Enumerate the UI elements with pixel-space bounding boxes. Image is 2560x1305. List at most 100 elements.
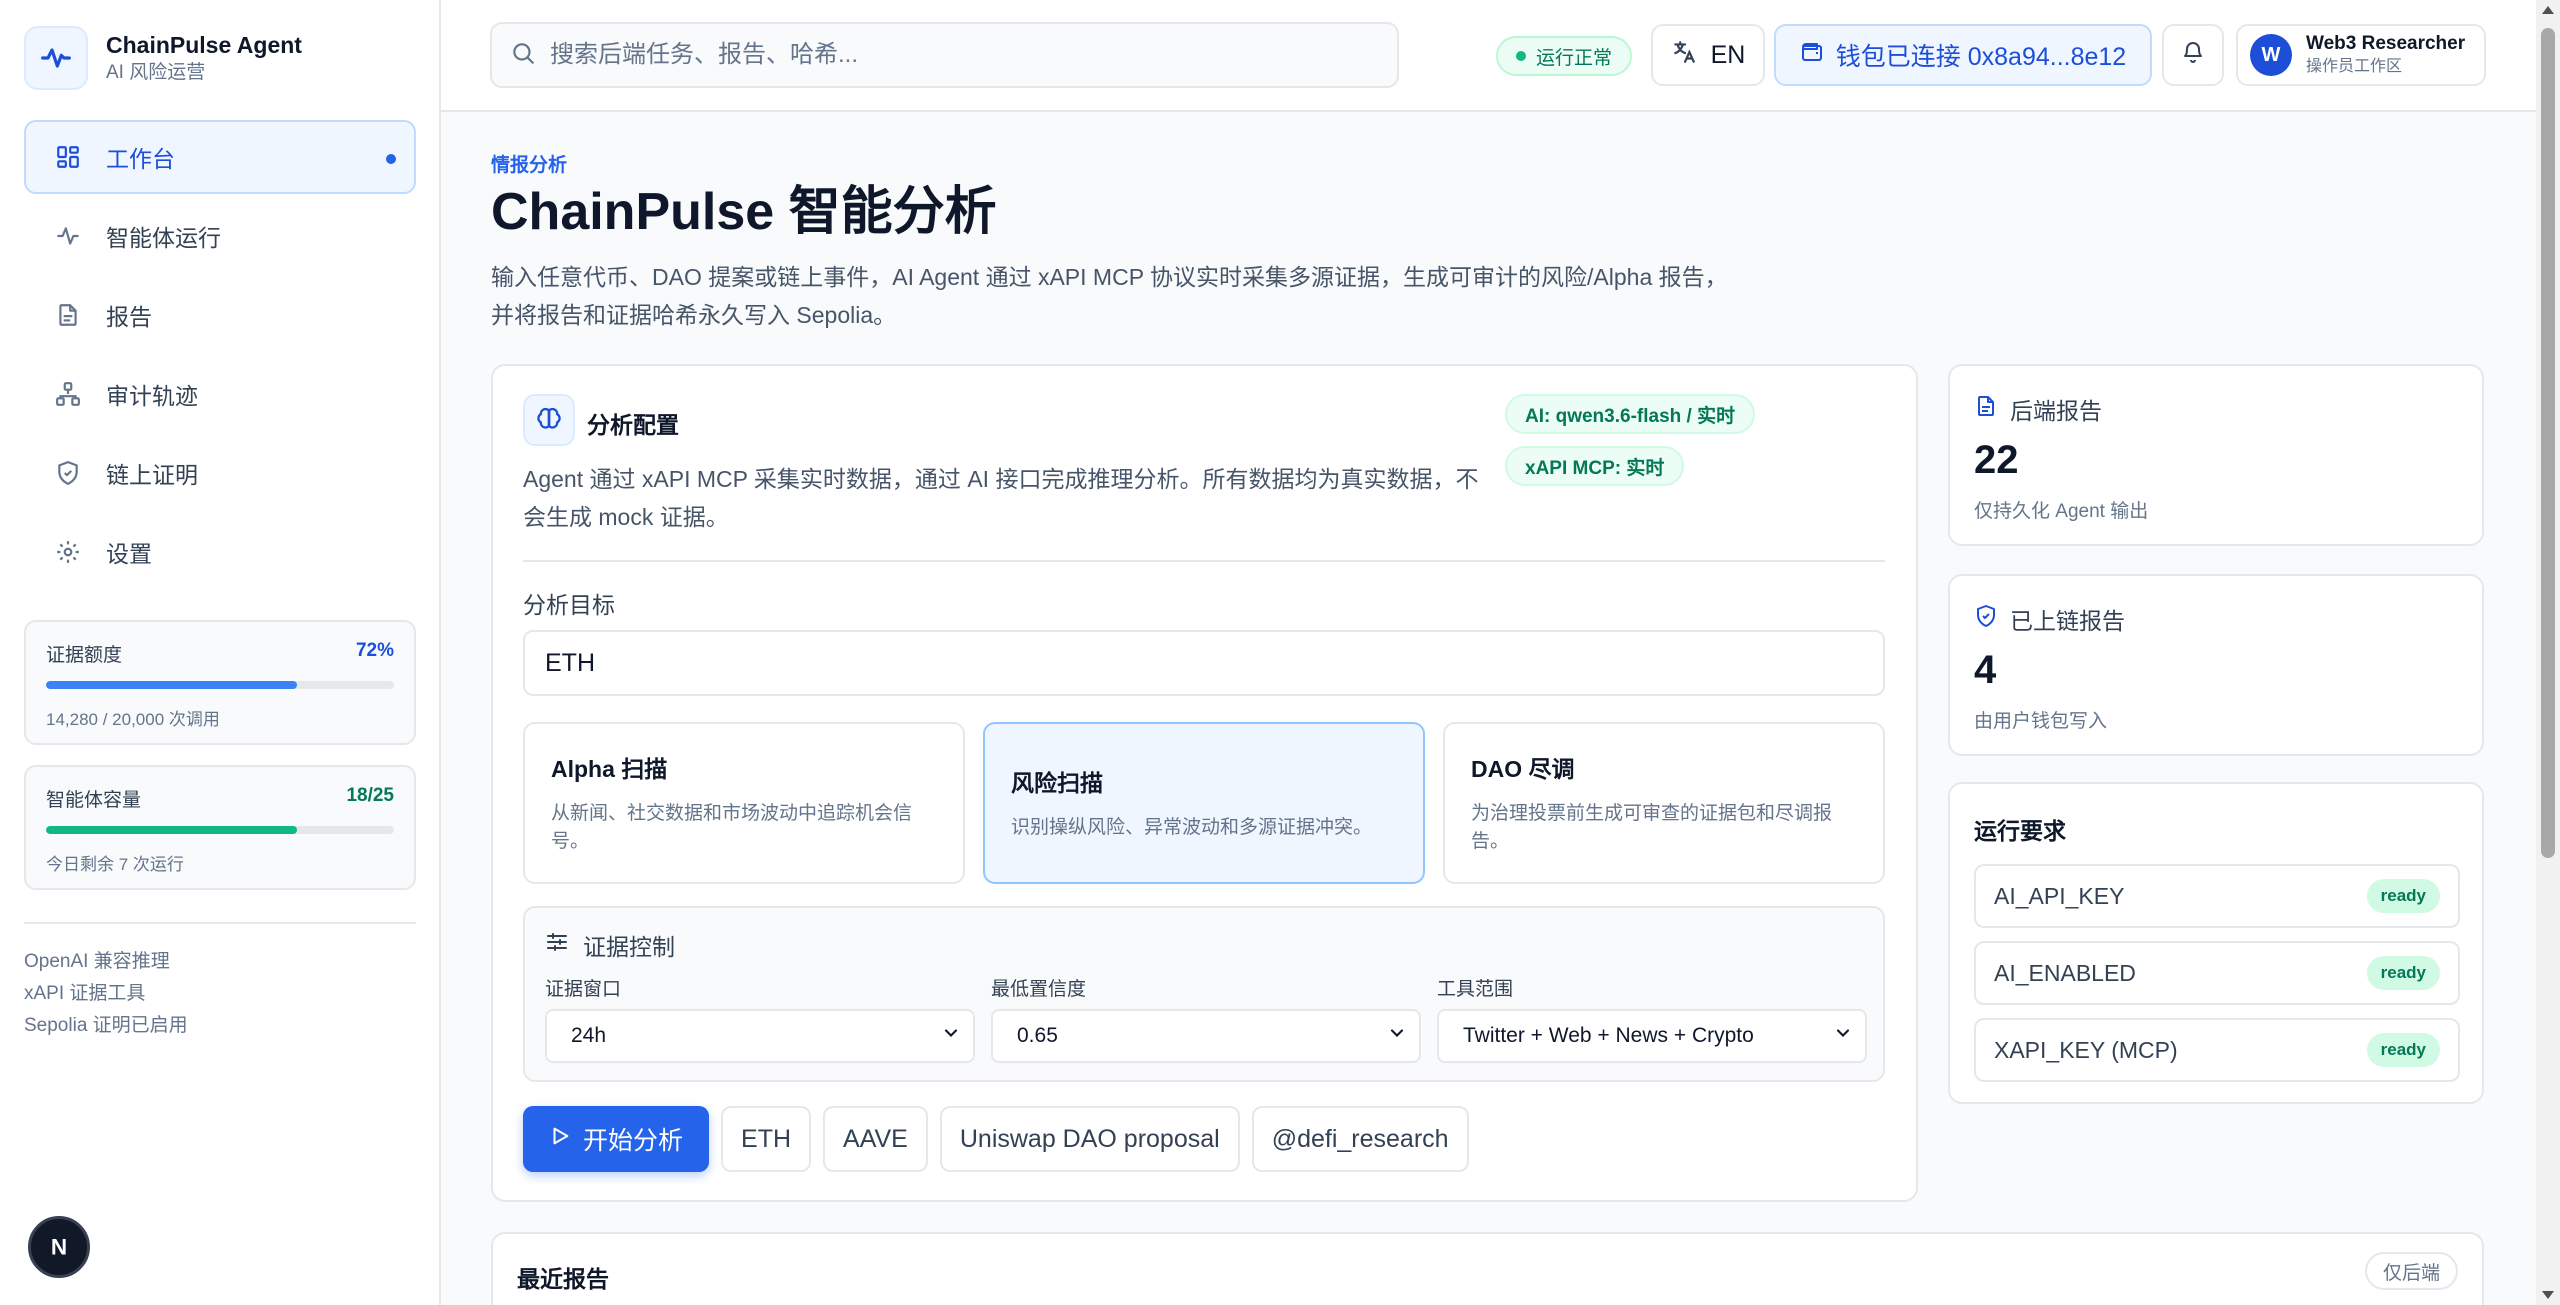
scroll-up-icon[interactable] xyxy=(2542,6,2554,14)
min-confidence-select[interactable]: 0.65 xyxy=(991,1009,1421,1063)
activity-icon xyxy=(54,222,82,250)
analysis-target-input[interactable]: ETH xyxy=(523,630,1885,696)
service-xapi: xAPI 证据工具 xyxy=(24,983,146,1004)
search-icon xyxy=(510,40,536,71)
search-box[interactable] xyxy=(490,22,1399,88)
sidebar-item-label: 链上证明 xyxy=(106,462,198,488)
scroll-down-icon[interactable] xyxy=(2542,1291,2554,1299)
file-icon xyxy=(54,301,82,329)
wallet-connect-button[interactable]: 钱包已连接 0x8a94...8e12 xyxy=(1774,24,2152,86)
sidebar-item-label: 工作台 xyxy=(106,146,175,172)
status-dot-icon xyxy=(1516,51,1526,61)
evidence-quota-meter: 证据额度 72% 14,280 / 20,000 次调用 xyxy=(24,620,416,745)
quota-label: 证据额度 xyxy=(46,645,123,666)
brand[interactable]: ChainPulse Agent AI 风险运营 xyxy=(24,26,302,90)
quick-target-chip[interactable]: Uniswap DAO proposal xyxy=(939,1106,1240,1172)
user-role: 操作员工作区 xyxy=(2306,58,2403,75)
brand-title: ChainPulse Agent xyxy=(106,32,302,58)
mode-risk-scan[interactable]: 风险扫描 识别操纵风险、异常波动和多源证据冲突。 xyxy=(983,722,1425,884)
recent-reports-card: 最近报告 仅后端 xyxy=(491,1232,2484,1305)
status-text: 运行正常 xyxy=(1536,47,1613,69)
status-badge: ready xyxy=(2366,956,2440,990)
page-description-line: 并将报告和证据哈希永久写入 Sepolia。 xyxy=(491,302,897,328)
svg-text:N: N xyxy=(51,1235,67,1260)
select-value: 24h xyxy=(571,1024,607,1047)
mode-dao-diligence[interactable]: DAO 尽调 为治理投票前生成可审查的证据包和尽调报告。 xyxy=(1443,722,1885,884)
mode-alpha-scan[interactable]: Alpha 扫描 从新闻、社交数据和市场波动中追踪机会信号。 xyxy=(523,722,965,884)
sidebar-item-label: 审计轨迹 xyxy=(106,383,198,409)
sidebar-item-audit-trail[interactable]: 审计轨迹 xyxy=(24,357,416,431)
requirement-item: XAPI_KEY (MCP) ready xyxy=(1974,1018,2460,1082)
page-eyebrow: 情报分析 xyxy=(491,155,568,176)
capacity-value: 18/25 xyxy=(346,785,394,806)
search-input[interactable] xyxy=(550,41,1370,69)
n-logo-icon: N xyxy=(51,1235,67,1260)
status-badge: ready xyxy=(2366,879,2440,913)
scrollbar-thumb[interactable] xyxy=(2541,28,2555,858)
quick-target-chip[interactable]: ETH xyxy=(721,1106,812,1172)
select-value: 0.65 xyxy=(1017,1024,1058,1047)
shield-icon xyxy=(54,459,82,487)
play-icon xyxy=(549,1125,571,1154)
target-label: 分析目标 xyxy=(523,592,615,618)
capacity-progress-fill xyxy=(46,826,297,834)
capacity-progress-bar xyxy=(46,826,394,834)
analysis-config-card: 分析配置 Agent 通过 xAPI MCP 采集实时数据，通过 AI 接口完成… xyxy=(491,364,1918,1202)
gear-icon xyxy=(54,538,82,566)
translate-icon xyxy=(1671,39,1697,72)
chevron-down-icon xyxy=(941,1023,961,1049)
quota-progress-fill xyxy=(46,681,297,689)
config-title: 分析配置 xyxy=(587,412,679,438)
status-badge: ready xyxy=(2366,1033,2440,1067)
page-description-line: 输入任意代币、DAO 提案或链上事件，AI Agent 通过 xAPI MCP … xyxy=(491,264,1728,290)
brain-icon xyxy=(523,394,575,446)
onchain-reports-card: 已上链报告 4 由用户钱包写入 xyxy=(1948,574,2484,756)
stat-label: 已上链报告 xyxy=(2010,608,2125,634)
tool-scope-select[interactable]: Twitter + Web + News + Crypto xyxy=(1437,1009,1867,1063)
sidebar-item-label: 智能体运行 xyxy=(106,225,221,251)
sidebar-item-agent-runs[interactable]: 智能体运行 xyxy=(24,199,416,273)
shield-check-icon xyxy=(1974,604,1998,634)
agent-capacity-meter: 智能体容量 18/25 今日剩余 7 次运行 xyxy=(24,765,416,890)
stat-value: 4 xyxy=(1974,648,1997,692)
quota-progress-bar xyxy=(46,681,394,689)
avatar: W xyxy=(2250,34,2292,76)
evidence-controls: 证据控制 证据窗口 24h 最低置信度 0.65 工具范围 Twitter + … xyxy=(523,906,1885,1082)
service-sepolia: Sepolia 证明已启用 xyxy=(24,1015,188,1036)
sidebar-item-settings[interactable]: 设置 xyxy=(24,515,416,589)
start-analysis-button[interactable]: 开始分析 xyxy=(523,1106,710,1172)
mode-description: 从新闻、社交数据和市场波动中追踪机会信号。 xyxy=(551,803,913,852)
sidebar-divider xyxy=(24,922,416,924)
sliders-icon xyxy=(545,930,569,960)
confidence-label: 最低置信度 xyxy=(991,979,1087,1000)
sidebar-item-reports[interactable]: 报告 xyxy=(24,278,416,352)
mode-title: 风险扫描 xyxy=(1011,770,1103,796)
user-menu-button[interactable]: W Web3 Researcher 操作员工作区 xyxy=(2236,24,2486,86)
backend-only-badge: 仅后端 xyxy=(2364,1252,2458,1290)
sidebar-item-onchain-proof[interactable]: 链上证明 xyxy=(24,436,416,510)
sidebar-item-workbench[interactable]: 工作台 xyxy=(24,120,416,194)
next-dev-button[interactable]: N xyxy=(28,1216,90,1278)
service-inference: OpenAI 兼容推理 xyxy=(24,951,170,972)
recent-reports-title: 最近报告 xyxy=(517,1266,609,1292)
action-row: 开始分析 ETH AAVE Uniswap DAO proposal @defi… xyxy=(523,1106,1481,1172)
quick-target-chip[interactable]: AAVE xyxy=(823,1106,928,1172)
quick-target-chip[interactable]: @defi_research xyxy=(1251,1106,1469,1172)
evidence-window-select[interactable]: 24h xyxy=(545,1009,975,1063)
dashboard-icon xyxy=(54,143,82,171)
page-scrollbar[interactable] xyxy=(2536,0,2560,1305)
requirement-name: AI_API_KEY xyxy=(1994,882,2125,909)
requirement-item: AI_ENABLED ready xyxy=(1974,941,2460,1005)
sidebar-nav: 工作台 智能体运行 报告 审计轨迹 链上证明 设置 xyxy=(24,120,416,594)
network-icon xyxy=(54,380,82,408)
language-toggle-button[interactable]: EN xyxy=(1651,24,1765,86)
evidence-title: 证据控制 xyxy=(583,934,675,960)
quota-value: 72% xyxy=(355,640,394,661)
runtime-requirements-card: 运行要求 AI_API_KEY ready AI_ENABLED ready X… xyxy=(1948,782,2484,1104)
page-description: 输入任意代币、DAO 提案或链上事件，AI Agent 通过 xAPI MCP … xyxy=(491,258,1791,334)
system-status-badge: 运行正常 xyxy=(1496,36,1633,76)
active-indicator xyxy=(386,154,396,164)
capacity-label: 智能体容量 xyxy=(46,790,142,811)
pulse-icon xyxy=(24,26,88,90)
notifications-button[interactable] xyxy=(2162,24,2224,86)
